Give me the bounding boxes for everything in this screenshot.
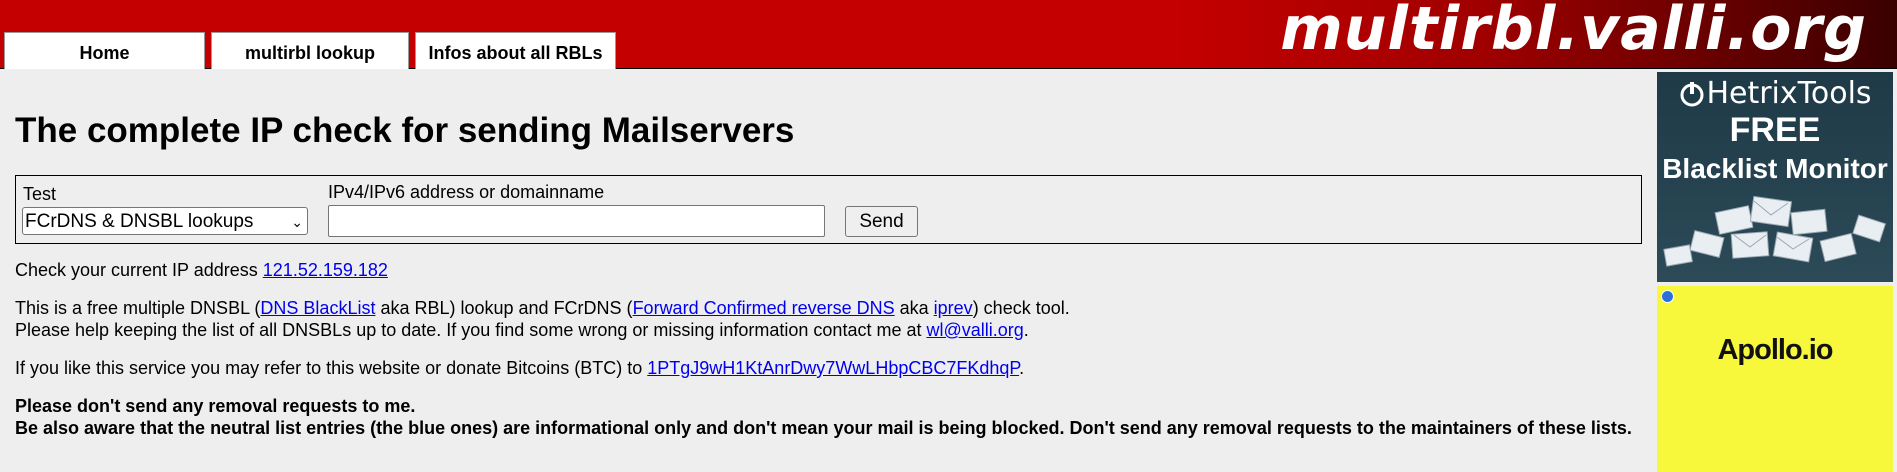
donate-text: If you like this service you may refer t… (15, 358, 648, 378)
info-text-1: This is a free multiple DNSBL ( (15, 298, 261, 318)
page-title: The complete IP check for sending Mailse… (15, 111, 795, 150)
donate-end: . (1019, 358, 1025, 378)
donate-paragraph: If you like this service you may refer t… (15, 357, 1643, 379)
contact-email-link[interactable]: wl@valli.org (926, 320, 1023, 340)
tab-multirbl-lookup[interactable]: multirbl lookup (211, 32, 409, 69)
iprev-link[interactable]: iprev (934, 298, 973, 318)
tab-infos-about-rbls[interactable]: Infos about all RBLs (415, 32, 616, 69)
info-text-4: ) check tool. (972, 298, 1070, 318)
warning-paragraph: Please don't send any removal requests t… (15, 395, 1643, 439)
current-ip-line: Check your current IP address 121.52.159… (15, 259, 1643, 281)
tab-home[interactable]: Home (4, 32, 205, 69)
test-label: Test (23, 184, 57, 204)
ad-info-icon[interactable] (1661, 290, 1674, 303)
address-label: IPv4/IPv6 address or domainname (328, 182, 605, 202)
main-nav: Home multirbl lookup Infos about all RBL… (4, 32, 622, 69)
address-input[interactable] (328, 205, 825, 237)
hetrix-free-text: FREE (1729, 111, 1821, 149)
fcrdns-link[interactable]: Forward Confirmed reverse DNS (633, 298, 895, 318)
site-header: Home multirbl lookup Infos about all RBL… (0, 0, 1897, 69)
warning-line-2: Be also aware that the neutral list entr… (15, 418, 1632, 438)
chevron-down-icon: ⌄ (291, 213, 303, 230)
info-text-2: aka RBL) lookup and FCrDNS ( (375, 298, 633, 318)
apollo-ad[interactable]: Apollo.io (1657, 286, 1893, 472)
test-select-value: FCrDNS & DNSBL lookups (25, 211, 254, 232)
hetrixtools-brand-text: HetrixTools (1706, 76, 1872, 111)
hetrixtools-brand: HetrixTools (1657, 76, 1893, 111)
btc-address-link[interactable]: 1PTgJ9wH1KtAnrDwy7WwLHbpCBC7FKdhqP (647, 358, 1019, 378)
test-select[interactable]: FCrDNS & DNSBL lookups ⌄ (22, 207, 308, 235)
main-content: The complete IP check for sending Mailse… (15, 70, 1643, 439)
envelopes-icon (1663, 195, 1887, 267)
hetrix-monitor-text: Blacklist Monitor (1662, 153, 1888, 184)
power-icon (1680, 81, 1704, 106)
hetrixtools-ad[interactable]: HetrixTools FREE Blacklist Monitor (1657, 72, 1893, 282)
current-ip-link[interactable]: 121.52.159.182 (263, 260, 388, 280)
send-button[interactable]: Send (845, 206, 918, 237)
current-ip-text: Check your current IP address (15, 260, 263, 280)
dns-blacklist-link[interactable]: DNS BlackList (260, 298, 375, 318)
info-text-5: Please help keeping the list of all DNSB… (15, 320, 927, 340)
lookup-form: Test IPv4/IPv6 address or domainname FCr… (15, 175, 1642, 244)
warning-line-1: Please don't send any removal requests t… (15, 396, 416, 416)
info-paragraph: This is a free multiple DNSBL (DNS Black… (15, 297, 1643, 341)
site-logo[interactable]: multirbl.valli.org (1280, 0, 1867, 61)
info-text-3: aka (894, 298, 934, 318)
info-text-6: . (1023, 320, 1029, 340)
apollo-brand: Apollo.io (1717, 334, 1833, 366)
